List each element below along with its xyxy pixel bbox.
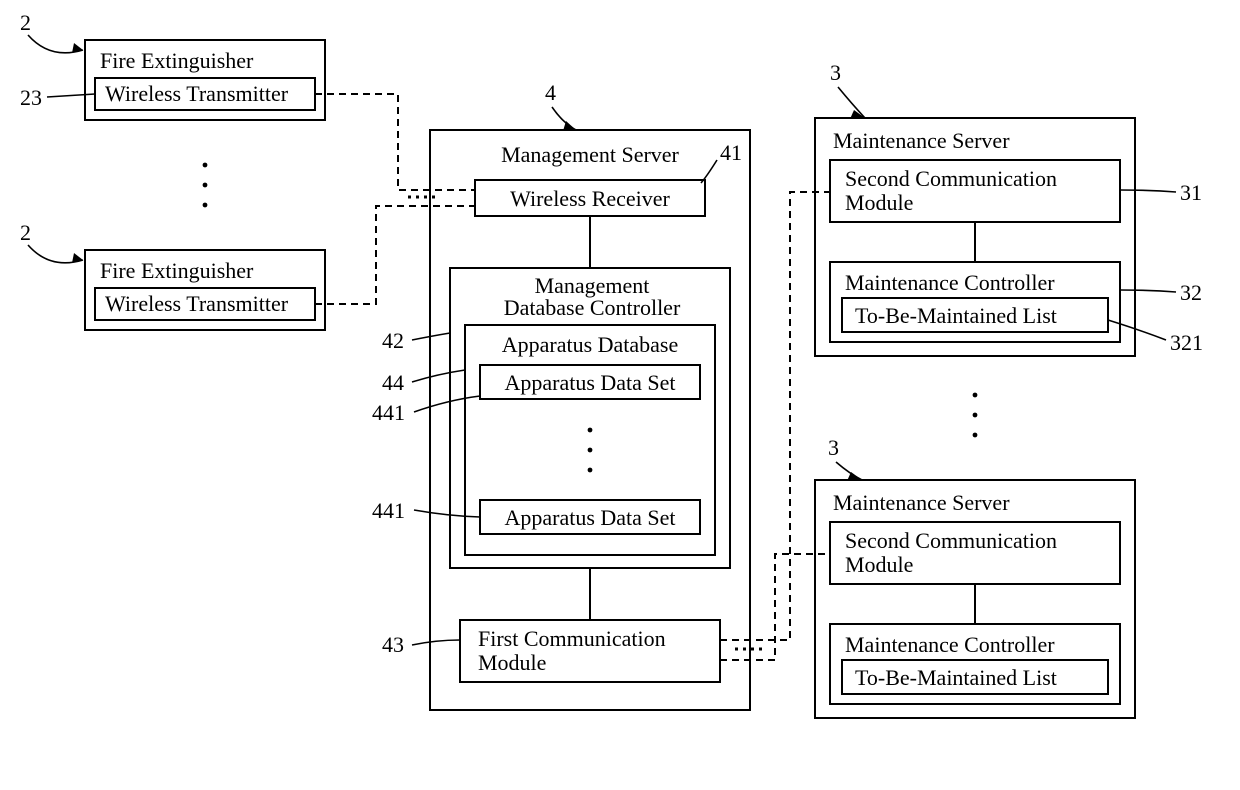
leader-4 bbox=[552, 107, 576, 130]
fire-extinguisher-2: Fire Extinguisher Wireless Transmitter bbox=[85, 250, 325, 330]
arrow-2a bbox=[72, 43, 83, 53]
ref-4: 4 bbox=[545, 80, 556, 105]
ref-2a: 2 bbox=[20, 10, 31, 35]
fire-extinguisher-1-title: Fire Extinguisher bbox=[100, 48, 254, 73]
leader-321 bbox=[1108, 320, 1166, 340]
link-tx1-receiver bbox=[315, 94, 475, 190]
ref-32: 32 bbox=[1180, 280, 1202, 305]
ref-31: 31 bbox=[1180, 180, 1202, 205]
ms1-second-comm-l2: Module bbox=[845, 190, 913, 215]
ref-41: 41 bbox=[720, 140, 742, 165]
leader-44 bbox=[412, 370, 465, 382]
ref-43: 43 bbox=[382, 632, 404, 657]
leader-41 bbox=[701, 160, 717, 183]
ms1-controller: Maintenance Controller bbox=[845, 270, 1055, 295]
ref-23: 23 bbox=[20, 85, 42, 110]
leader-441a bbox=[414, 396, 480, 412]
diagram-canvas: Fire Extinguisher Wireless Transmitter F… bbox=[0, 0, 1240, 790]
fire-extinguisher-1-transmitter: Wireless Transmitter bbox=[105, 81, 289, 106]
mgmt-db-controller-l2: Database Controller bbox=[504, 295, 681, 320]
arrow-2b bbox=[72, 253, 83, 263]
leader-441b bbox=[414, 510, 480, 517]
fire-extinguisher-2-title: Fire Extinguisher bbox=[100, 258, 254, 283]
ms2-controller: Maintenance Controller bbox=[845, 632, 1055, 657]
maintenance-server-2: Maintenance Server Second Communication … bbox=[815, 480, 1135, 718]
leader-3a bbox=[838, 87, 865, 118]
dots-datasets bbox=[588, 428, 593, 473]
apparatus-data-set-1: Apparatus Data Set bbox=[504, 370, 675, 395]
ref-2b: 2 bbox=[20, 220, 31, 245]
management-server-title: Management Server bbox=[501, 142, 679, 167]
ref-44: 44 bbox=[382, 370, 404, 395]
dots-firstcomm-exit bbox=[735, 648, 762, 651]
link-firstcomm-ms1 bbox=[720, 192, 830, 640]
ms2-second-comm-l2: Module bbox=[845, 552, 913, 577]
first-comm-l1: First Communication bbox=[478, 626, 666, 651]
ref-3b: 3 bbox=[828, 435, 839, 460]
dots-maintenance bbox=[973, 393, 978, 438]
ms1-list: To-Be-Maintained List bbox=[855, 303, 1057, 328]
apparatus-database: Apparatus Database bbox=[502, 332, 679, 357]
dots-extinguishers bbox=[203, 163, 208, 208]
ref-321: 321 bbox=[1170, 330, 1203, 355]
fire-extinguisher-1: Fire Extinguisher Wireless Transmitter bbox=[85, 40, 325, 120]
ref-42: 42 bbox=[382, 328, 404, 353]
maintenance-server-1-title: Maintenance Server bbox=[833, 128, 1010, 153]
ms1-second-comm-l1: Second Communication bbox=[845, 166, 1057, 191]
leader-31 bbox=[1120, 190, 1176, 192]
management-server: Management Server Wireless Receiver Mana… bbox=[430, 130, 750, 710]
apparatus-data-set-2: Apparatus Data Set bbox=[504, 505, 675, 530]
maintenance-server-2-title: Maintenance Server bbox=[833, 490, 1010, 515]
link-firstcomm-ms2 bbox=[720, 554, 830, 660]
arrow-3b bbox=[847, 472, 862, 481]
ref-441b: 441 bbox=[372, 498, 405, 523]
ref-441a: 441 bbox=[372, 400, 405, 425]
leader-32 bbox=[1120, 290, 1176, 292]
ms2-list: To-Be-Maintained List bbox=[855, 665, 1057, 690]
ms2-second-comm-l1: Second Communication bbox=[845, 528, 1057, 553]
maintenance-server-1: Maintenance Server Second Communication … bbox=[815, 118, 1135, 356]
leader-23 bbox=[47, 94, 95, 97]
wireless-receiver: Wireless Receiver bbox=[510, 186, 670, 211]
leader-43 bbox=[412, 640, 460, 645]
ref-3a: 3 bbox=[830, 60, 841, 85]
fire-extinguisher-2-transmitter: Wireless Transmitter bbox=[105, 291, 289, 316]
first-comm-l2: Module bbox=[478, 650, 546, 675]
